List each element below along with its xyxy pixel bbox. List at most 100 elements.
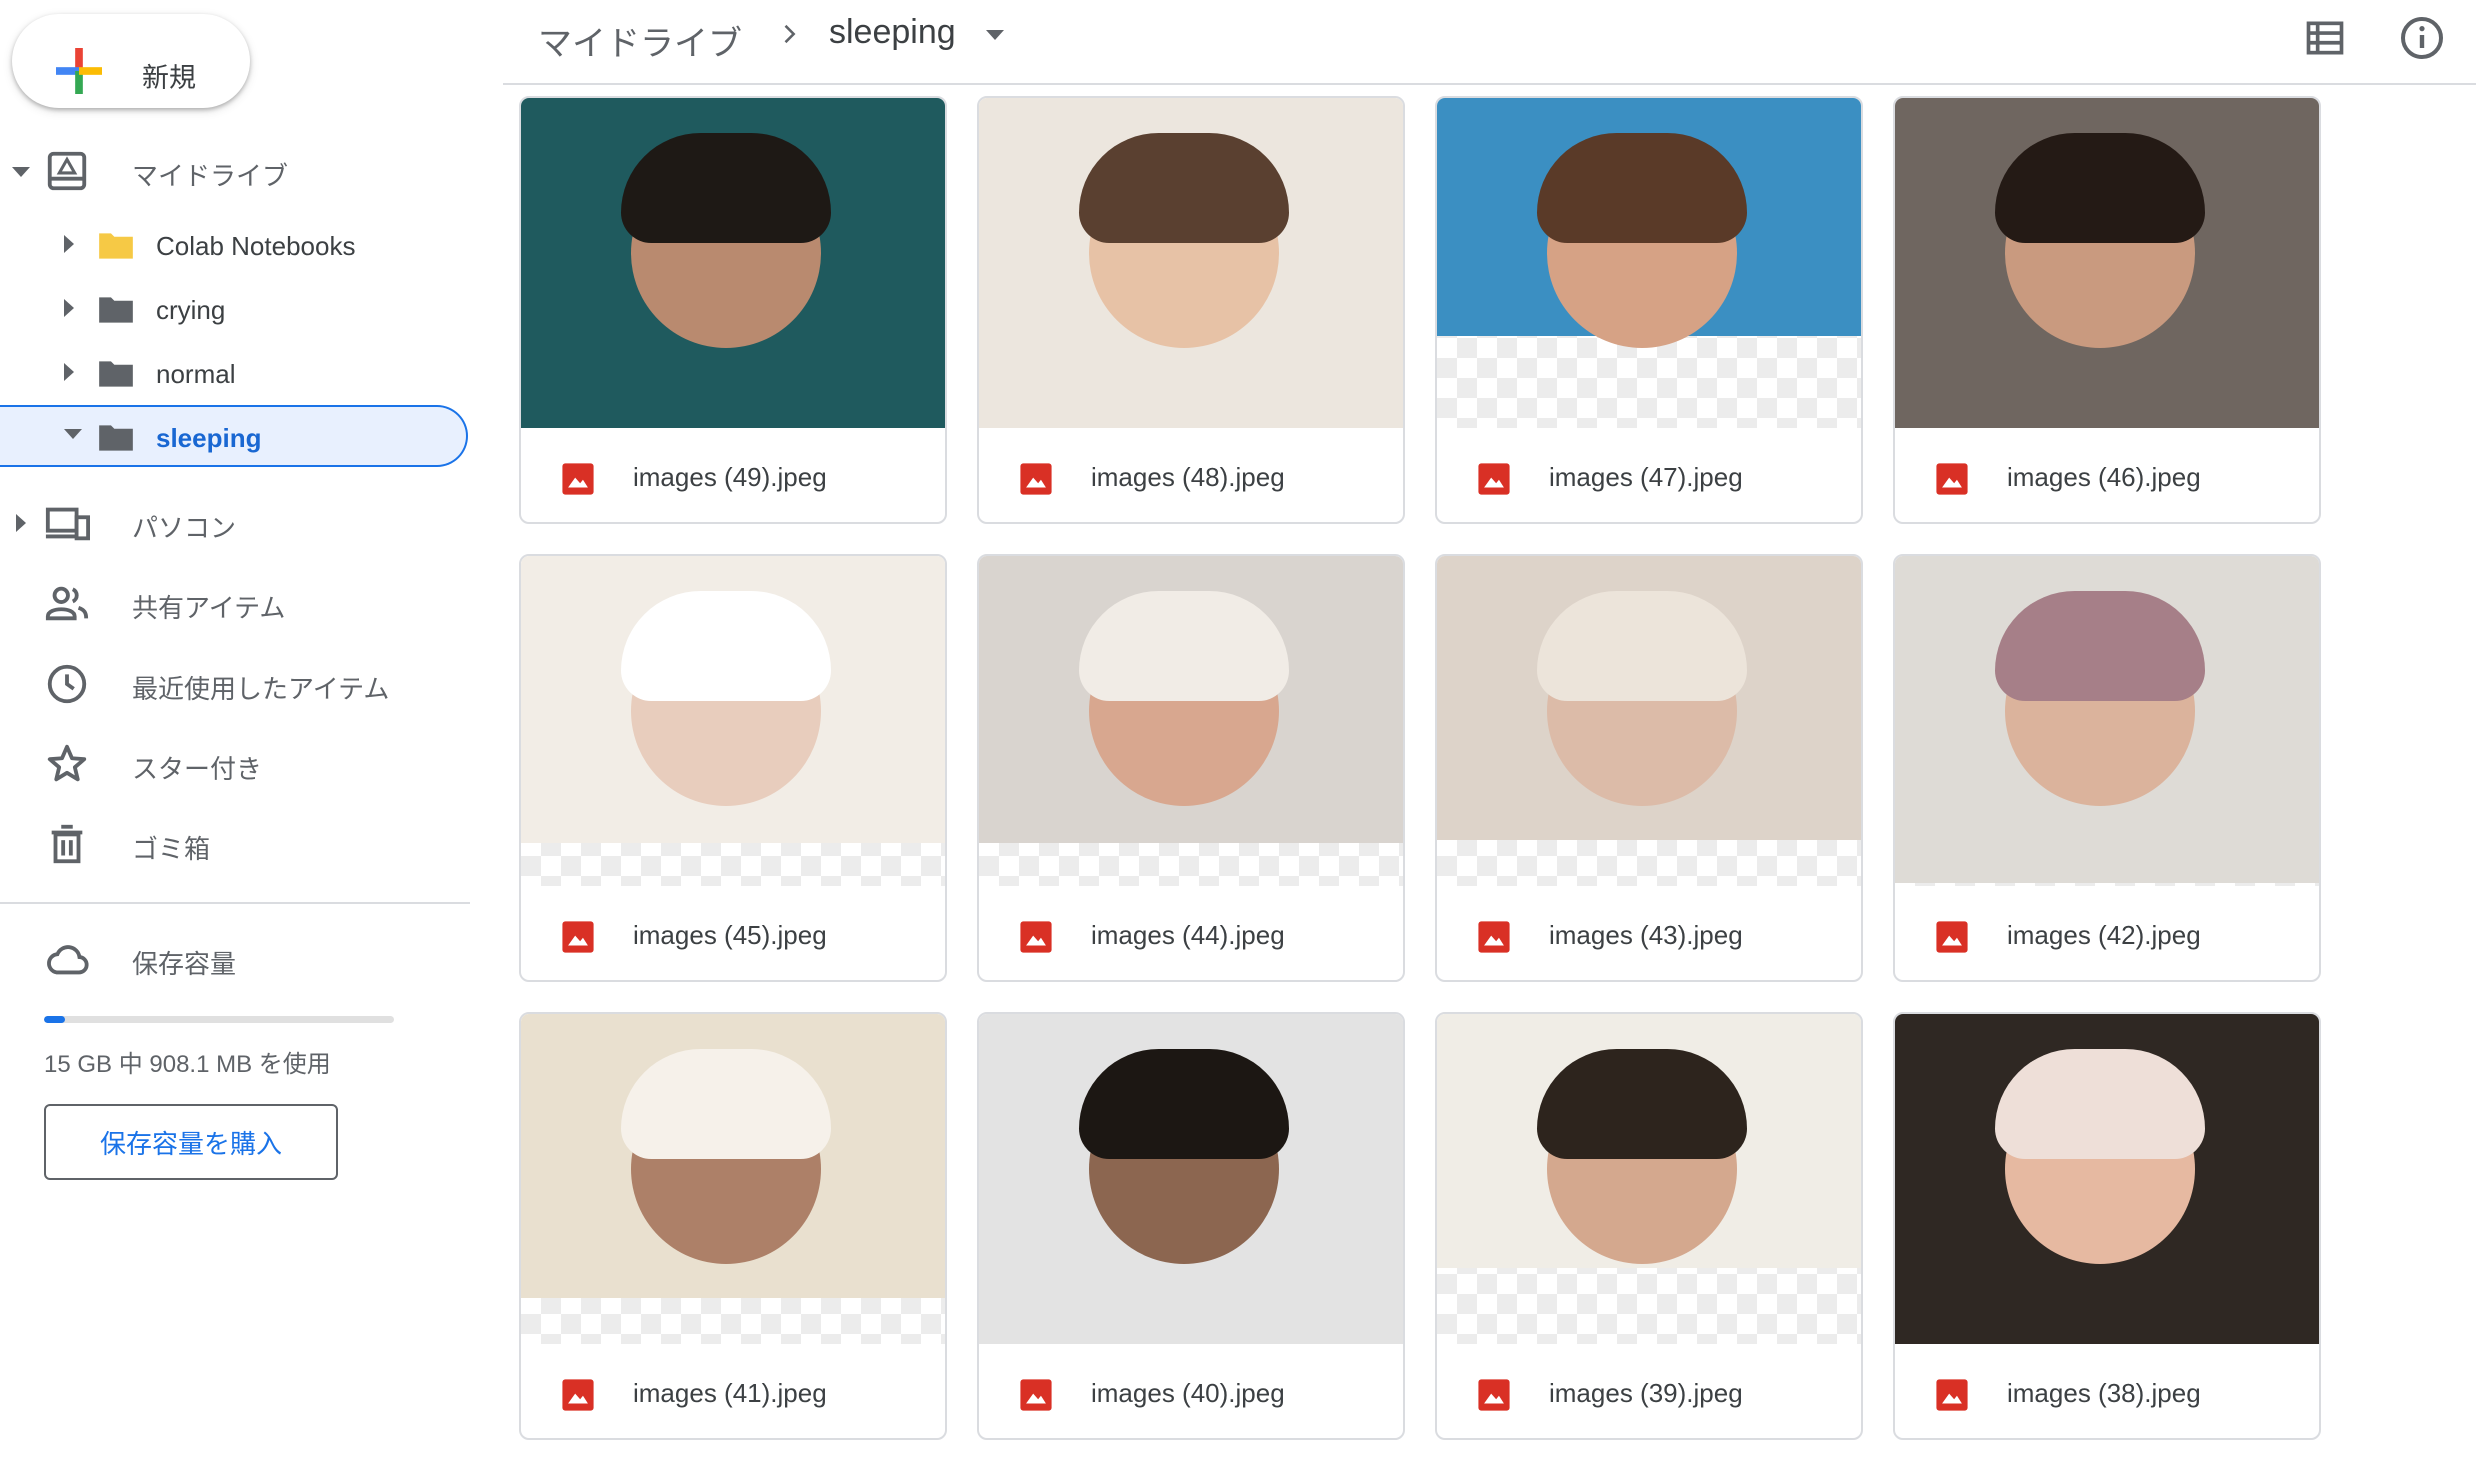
file-thumbnail[interactable] [521,98,945,428]
caret-down-icon[interactable] [12,167,30,177]
caret-right-icon[interactable] [64,299,74,317]
baby-hair [1079,1049,1289,1159]
nav-recent[interactable]: 最近使用したアイテム [0,653,470,715]
image-file-icon [1936,921,1968,953]
list-view-icon[interactable] [2303,16,2347,60]
photo-image [521,556,945,843]
file-card[interactable]: images (48).jpeg [977,96,1405,524]
file-card[interactable]: images (47).jpeg [1435,96,1863,524]
nav-computers[interactable]: パソコン [0,492,470,554]
info-icon[interactable] [2398,14,2446,62]
image-file-icon [1020,463,1052,495]
caret-right-icon[interactable] [64,235,74,253]
file-thumbnail[interactable] [521,1014,945,1344]
file-card[interactable]: images (44).jpeg [977,554,1405,982]
file-thumbnail[interactable] [979,556,1403,886]
caret-right-icon[interactable] [16,514,26,532]
file-thumbnail[interactable] [1437,556,1861,886]
image-file-icon [1936,1379,1968,1411]
image-file-icon [562,921,594,953]
nav-my-drive[interactable]: マイドライブ [0,140,470,202]
folder-colab-notebooks[interactable]: Colab Notebooks [0,216,468,272]
file-thumbnail[interactable] [521,556,945,886]
breadcrumb-my-drive[interactable]: マイドライブ [538,16,742,65]
file-name: images (41).jpeg [633,1378,827,1408]
file-thumbnail[interactable] [979,1014,1403,1344]
file-card[interactable]: images (38).jpeg [1893,1012,2321,1440]
file-card[interactable]: images (39).jpeg [1435,1012,1863,1440]
baby-hair [1537,1049,1747,1159]
file-card[interactable]: images (49).jpeg [519,96,947,524]
file-name: images (48).jpeg [1091,462,1285,492]
computer-icon [45,507,90,541]
folder-icon [99,233,133,259]
folder-icon [99,297,133,323]
clock-icon [47,664,87,704]
star-icon [47,744,87,782]
file-thumbnail[interactable] [979,98,1403,428]
caret-right-icon[interactable] [64,363,74,381]
file-thumbnail[interactable] [1437,98,1861,428]
folder-label: crying [156,295,226,325]
chevron-down-icon[interactable] [986,30,1004,40]
photo-image [979,1014,1403,1344]
image-file-icon [562,463,594,495]
storage-progress-fill [44,1016,65,1023]
baby-hair [1537,591,1747,701]
file-card[interactable]: images (46).jpeg [1893,96,2321,524]
sidebar-divider [0,902,470,904]
file-name: images (38).jpeg [2007,1378,2201,1408]
folder-label: sleeping [156,423,262,453]
folder-icon [99,425,133,451]
photo-image [1437,1014,1861,1268]
folder-crying[interactable]: crying [0,280,468,336]
file-thumbnail[interactable] [1437,1014,1861,1344]
file-name: images (47).jpeg [1549,462,1743,492]
nav-trash[interactable]: ゴミ箱 [0,813,470,875]
nav-recent-label: 最近使用したアイテム [132,674,390,704]
nav-starred-label: スター付き [132,754,263,784]
image-file-icon [1478,1379,1510,1411]
sidebar: 新規 マイドライブ Colab Notebooks crying normal [0,0,475,1471]
breadcrumb-current-folder[interactable]: sleeping [829,13,956,52]
nav-storage-label: 保存容量 [132,949,237,979]
file-name: images (39).jpeg [1549,1378,1743,1408]
baby-hair [1079,591,1289,701]
photo-image [979,98,1403,428]
file-card[interactable]: images (42).jpeg [1893,554,2321,982]
file-card[interactable]: images (43).jpeg [1435,554,1863,982]
file-thumbnail[interactable] [1895,98,2319,428]
photo-image [1895,556,2319,883]
nav-shared[interactable]: 共有アイテム [0,572,470,634]
photo-image [1437,98,1861,348]
file-name: images (45).jpeg [633,920,827,950]
storage-usage-text: 15 GB 中 908.1 MB を使用 [44,1051,331,1078]
file-name: images (44).jpeg [1091,920,1285,950]
chevron-right-icon [784,24,796,44]
nav-starred[interactable]: スター付き [0,733,470,795]
folder-normal[interactable]: normal [0,344,468,400]
nav-shared-label: 共有アイテム [132,593,286,623]
caret-down-icon[interactable] [64,429,82,439]
file-name: images (42).jpeg [2007,920,2201,950]
photo-image [1437,556,1861,840]
file-card[interactable]: images (40).jpeg [977,1012,1405,1440]
image-file-icon [1478,463,1510,495]
file-card[interactable]: images (45).jpeg [519,554,947,982]
cloud-icon [47,945,89,975]
photo-image [979,556,1403,843]
nav-storage[interactable]: 保存容量 [0,928,470,990]
buy-storage-button[interactable]: 保存容量を購入 [44,1104,338,1180]
image-file-icon [1020,1379,1052,1411]
people-icon [45,586,89,621]
file-thumbnail[interactable] [1895,556,2319,886]
new-button[interactable]: 新規 [12,14,250,108]
folder-sleeping[interactable]: sleeping [0,405,468,467]
image-file-icon [1478,921,1510,953]
file-name: images (43).jpeg [1549,920,1743,950]
file-card[interactable]: images (41).jpeg [519,1012,947,1440]
nav-computers-label: パソコン [132,513,237,543]
file-name: images (40).jpeg [1091,1378,1285,1408]
file-thumbnail[interactable] [1895,1014,2319,1344]
plus-icon [56,48,102,94]
